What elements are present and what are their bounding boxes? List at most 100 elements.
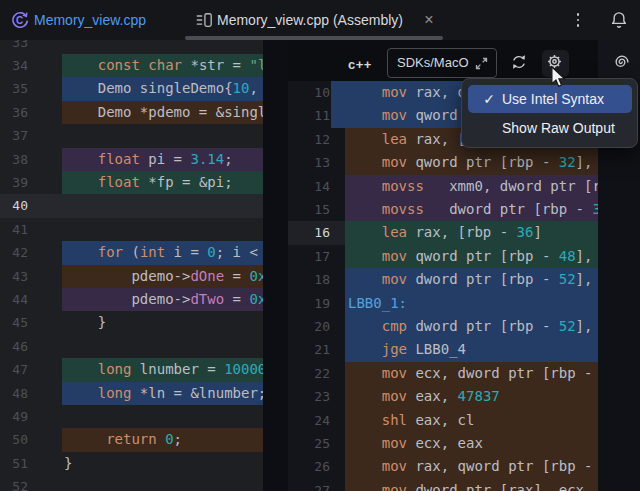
more-options-kebab-icon[interactable] (571, 8, 585, 32)
code-line-text: Demo *pdemo = &singl (64, 101, 263, 124)
source-code-line[interactable]: 36 Demo *pdemo = &singl (0, 101, 263, 124)
breadcrumb-file-name[interactable]: Memory_view.cpp (34, 0, 146, 40)
source-code-line[interactable]: 46 (0, 335, 263, 358)
line-number: 19 (288, 292, 330, 315)
assembly-code-line[interactable]: 13 mov qword ptr [rbp - 32], (288, 151, 640, 174)
line-number: 12 (288, 128, 330, 151)
sdk-selector[interactable]: SDKs/MacO (387, 48, 497, 78)
sdk-selector-value: SDKs/MacO (397, 49, 469, 77)
code-line-text: float pi = 3.14; (64, 148, 233, 171)
line-number: 18 (288, 268, 330, 291)
expand-icon[interactable] (474, 56, 489, 71)
pane-splitter[interactable] (263, 40, 288, 491)
code-line-text: movss xmm0, dword ptr [r (348, 175, 601, 198)
code-line-text: mov ecx, dword ptr [rbp - (348, 362, 601, 385)
assembly-code-line[interactable]: 18 mov dword ptr [rbp - 52], (288, 268, 640, 291)
code-line-text: long *ln = &lnumber; (64, 382, 263, 405)
line-number: 24 (288, 409, 330, 432)
line-number: 11 (288, 104, 330, 127)
source-code-line[interactable]: 52 (0, 475, 263, 491)
line-number: 43 (0, 265, 28, 288)
assembly-code-line[interactable]: 19 LBB0_1: (288, 292, 640, 315)
line-number: 47 (0, 358, 28, 381)
source-code-line[interactable]: 33 (0, 40, 263, 54)
line-number: 37 (0, 124, 28, 147)
source-code-line[interactable]: 45 } (0, 311, 263, 334)
code-line-text: mov qword ptr [rbp - 48], (348, 245, 592, 268)
code-line-text: cmp dword ptr [rbp - 52], (348, 315, 592, 338)
svg-text:C: C (16, 15, 23, 26)
current-line-highlight (0, 194, 263, 217)
code-line-text: jge LBB0_4 (348, 338, 466, 361)
menu-item-show-raw-output[interactable]: Show Raw Output (468, 114, 632, 142)
line-number: 27 (288, 479, 330, 491)
line-number: 13 (288, 151, 330, 174)
source-code-line[interactable]: 50 return 0; (0, 428, 263, 451)
tab-assembly-label[interactable]: Memory_view.cpp (Assembly) (217, 0, 403, 40)
mouse-cursor (550, 66, 568, 90)
source-code-line[interactable]: 47 long lnumber = 100000 (0, 358, 263, 381)
source-code-line[interactable]: 43 pdemo->dOne = 0x (0, 265, 263, 288)
line-number: 48 (0, 382, 28, 405)
line-number: 49 (0, 405, 28, 428)
source-code-line[interactable]: 51} (0, 452, 263, 475)
code-line-text: const char *str = "l (64, 54, 263, 77)
source-code-line[interactable]: 48 long *ln = &lnumber; (0, 382, 263, 405)
code-line-text: for (int i = 0; i < (64, 241, 263, 264)
line-number: 46 (0, 335, 28, 358)
tab-close-icon[interactable]: × (421, 0, 437, 40)
source-code-line[interactable]: 34 const char *str = "l (0, 54, 263, 77)
line-number: 22 (288, 362, 330, 385)
source-code-line[interactable]: 44 pdemo->dTwo = 0x (0, 288, 263, 311)
source-code-line[interactable]: 42 for (int i = 0; i < (0, 241, 263, 264)
code-line-text: } (64, 452, 72, 475)
assembly-code-line[interactable]: 14 movss xmm0, dword ptr [r (288, 175, 640, 198)
assembly-code-line[interactable]: 22 mov ecx, dword ptr [rbp - (288, 362, 640, 385)
line-number: 45 (0, 311, 28, 334)
assembly-code-line[interactable]: 27 mov dword ptr [rax], ecx (288, 479, 640, 491)
line-number: 16 (288, 221, 330, 244)
code-line-text: LBB0_1: (348, 292, 407, 315)
source-code-line[interactable]: 37 (0, 124, 263, 147)
line-number: 35 (0, 77, 28, 100)
code-line-text: } (64, 311, 106, 334)
code-line-text: lea rax, [rbp - 36] (348, 221, 542, 244)
line-number: 52 (0, 475, 28, 491)
line-number: 10 (288, 81, 330, 104)
source-code-line[interactable]: 38 float pi = 3.14; (0, 148, 263, 171)
code-line-text: mov dword ptr [rbp - 52], (348, 268, 592, 291)
source-code-line[interactable]: 40 (0, 194, 263, 217)
ai-swirl-icon[interactable] (612, 52, 632, 72)
assembly-code-line[interactable]: 15 movss dword ptr [rbp - 3 (288, 198, 640, 221)
line-number: 42 (0, 241, 28, 264)
assembly-code-line[interactable]: 25 mov ecx, eax (288, 432, 640, 455)
line-number: 26 (288, 455, 330, 478)
assembly-code-line[interactable]: 26 mov rax, qword ptr [rbp - (288, 455, 640, 478)
line-number: 21 (288, 338, 330, 361)
source-code-line[interactable]: 35 Demo singleDemo{10, (0, 77, 263, 100)
source-editor-pane[interactable]: 3334 const char *str = "l35 Demo singleD… (0, 40, 263, 491)
code-line-text: return 0; (64, 428, 182, 451)
line-number: 38 (0, 148, 28, 171)
source-code-line[interactable]: 49 (0, 405, 263, 428)
refresh-icon[interactable] (510, 53, 528, 71)
assembly-code-line[interactable]: 20 cmp dword ptr [rbp - 52], (288, 315, 640, 338)
assembly-code-line[interactable]: 23 mov eax, 47837 (288, 385, 640, 408)
line-number: 40 (0, 194, 28, 217)
code-line-text: long lnumber = 100000 (64, 358, 263, 381)
notifications-bell-icon[interactable] (608, 9, 630, 31)
line-number: 17 (288, 245, 330, 268)
line-number: 14 (288, 175, 330, 198)
clion-logo-icon[interactable]: C (10, 10, 30, 30)
assembly-code-line[interactable]: 21 jge LBB0_4 (288, 338, 640, 361)
code-line-text: pdemo->dOne = 0x (64, 265, 263, 288)
line-number: 50 (0, 428, 28, 451)
source-code-line[interactable]: 41 (0, 218, 263, 241)
source-code-line[interactable]: 39 float *fp = &pi; (0, 171, 263, 194)
assembly-code-line[interactable]: 17 mov qword ptr [rbp - 48], (288, 245, 640, 268)
assembly-code-line[interactable]: 16 lea rax, [rbp - 36] (288, 221, 640, 244)
line-number: 23 (288, 385, 330, 408)
code-line-text: mov dword ptr [rax], ecx (348, 479, 584, 491)
assembly-code-line[interactable]: 24 shl eax, cl (288, 409, 640, 432)
code-line-text: mov ecx, eax (348, 432, 483, 455)
